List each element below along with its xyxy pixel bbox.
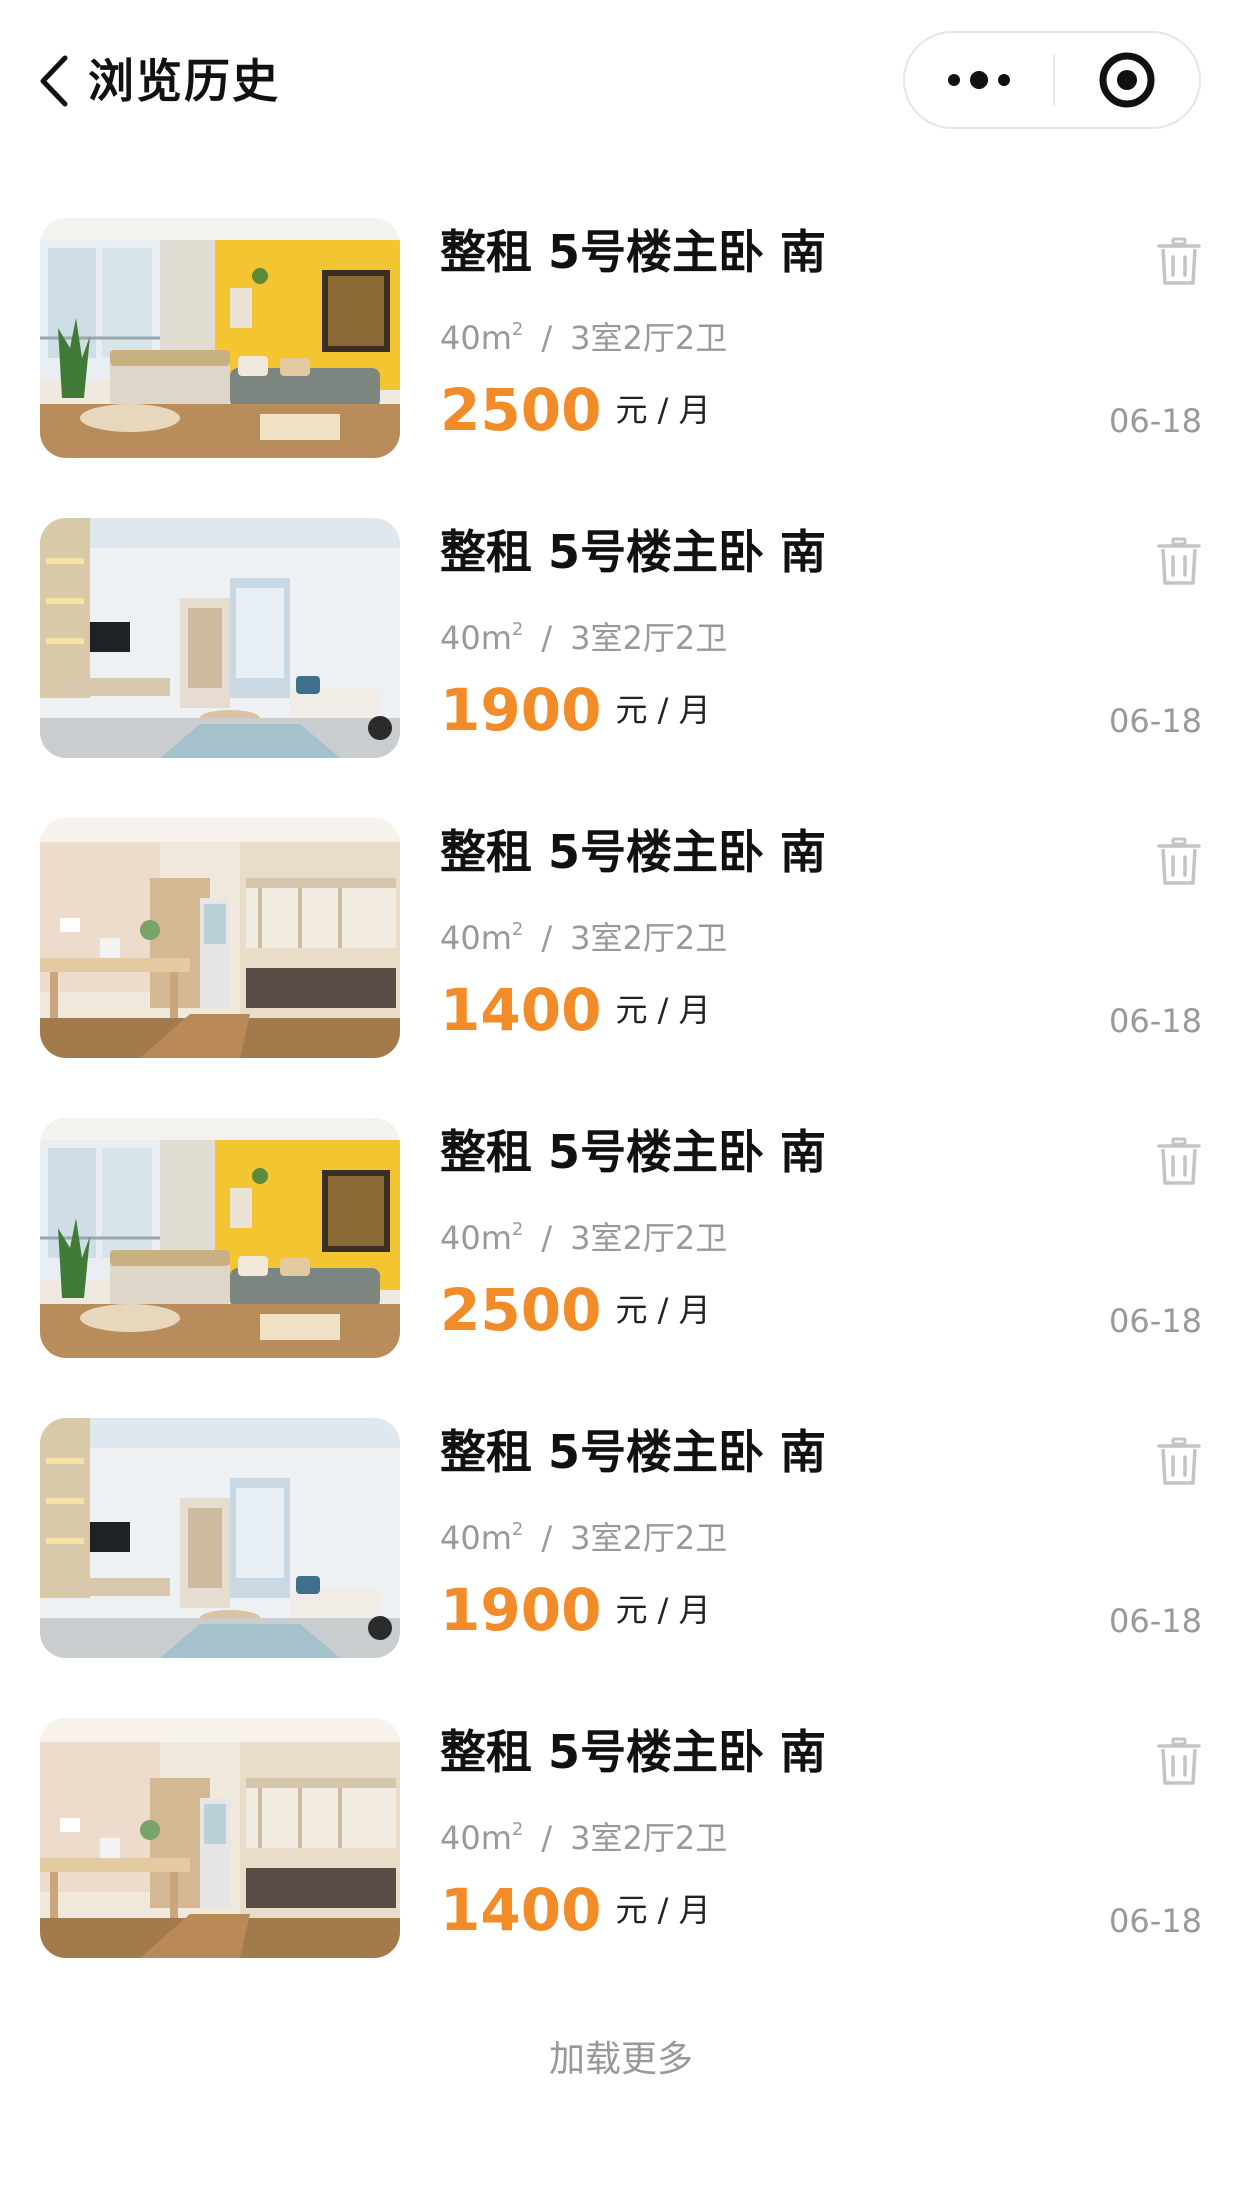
listing-layout: 3室2厅2卫	[570, 1519, 728, 1557]
trash-icon	[1157, 1437, 1201, 1485]
listing-price: 1400	[440, 1876, 602, 1944]
listing-layout: 3室2厅2卫	[570, 1219, 728, 1257]
listing-area: 40m2	[440, 619, 524, 657]
listing-area: 40m2	[440, 319, 524, 357]
listing-photo	[40, 818, 400, 1058]
price-unit: 元 / 月	[615, 1291, 711, 1329]
target-circle-icon	[1099, 52, 1155, 108]
price-row: 1900 元 / 月	[440, 678, 711, 742]
listing-layout: 3室2厅2卫	[570, 319, 728, 357]
listing-price: 2500	[440, 1276, 602, 1344]
white-studio-photo	[40, 518, 400, 758]
specs-separator: /	[541, 919, 553, 957]
specs-separator: /	[541, 1519, 553, 1557]
price-row: 1400 元 / 月	[440, 978, 711, 1042]
specs-separator: /	[541, 319, 553, 357]
listing-price: 1400	[440, 976, 602, 1044]
back-button[interactable]	[30, 46, 78, 116]
listing-title: 整租 5号楼主卧 南	[440, 825, 827, 879]
listing-title: 整租 5号楼主卧 南	[440, 1125, 827, 1179]
price-row: 1900 元 / 月	[440, 1578, 711, 1642]
listing-specs: 40m2 / 3室2厅2卫	[440, 610, 727, 658]
delete-button[interactable]	[1154, 234, 1204, 290]
listing-price: 1900	[440, 676, 602, 744]
nav-bar: 浏览历史	[0, 0, 1242, 160]
chevron-left-icon	[40, 55, 68, 107]
listing-title: 整租 5号楼主卧 南	[440, 225, 827, 279]
listing-card[interactable]: 整租 5号楼主卧 南 40m2 / 3室2厅2卫 2500 元 / 月 06-18	[0, 1118, 1242, 1358]
price-row: 2500 元 / 月	[440, 1278, 711, 1342]
listing-area: 40m2	[440, 1519, 524, 1557]
listing-area: 40m2	[440, 919, 524, 957]
load-more-button[interactable]: 加载更多	[0, 2030, 1242, 2090]
listing-area: 40m2	[440, 1819, 524, 1857]
trash-icon	[1157, 537, 1201, 585]
viewed-date: 06-18	[1109, 1602, 1202, 1640]
listing-photo	[40, 1118, 400, 1358]
listing-card[interactable]: 整租 5号楼主卧 南 40m2 / 3室2厅2卫 1900 元 / 月 06-18	[0, 1418, 1242, 1658]
price-unit: 元 / 月	[615, 1891, 711, 1929]
price-unit: 元 / 月	[615, 1591, 711, 1629]
delete-button[interactable]	[1154, 1134, 1204, 1190]
trash-icon	[1157, 1137, 1201, 1185]
listing-area: 40m2	[440, 1219, 524, 1257]
bunk-bed-room-photo	[40, 1718, 400, 1958]
listing-title: 整租 5号楼主卧 南	[440, 1725, 827, 1779]
specs-separator: /	[541, 1219, 553, 1257]
listing-card[interactable]: 整租 5号楼主卧 南 40m2 / 3室2厅2卫 1400 元 / 月 06-18	[0, 818, 1242, 1058]
price-row: 1400 元 / 月	[440, 1878, 711, 1942]
delete-button[interactable]	[1154, 1734, 1204, 1790]
viewed-date: 06-18	[1109, 702, 1202, 740]
specs-separator: /	[541, 1819, 553, 1857]
delete-button[interactable]	[1154, 834, 1204, 890]
viewed-date: 06-18	[1109, 1302, 1202, 1340]
listing-photo	[40, 218, 400, 458]
listing-title: 整租 5号楼主卧 南	[440, 525, 827, 579]
price-unit: 元 / 月	[615, 691, 711, 729]
price-unit: 元 / 月	[615, 991, 711, 1029]
listing-photo	[40, 518, 400, 758]
more-dots-icon	[948, 71, 1010, 89]
listing-price: 2500	[440, 376, 602, 444]
price-unit: 元 / 月	[615, 391, 711, 429]
viewed-date: 06-18	[1109, 402, 1202, 440]
listing-card[interactable]: 整租 5号楼主卧 南 40m2 / 3室2厅2卫 1400 元 / 月 06-18	[0, 1718, 1242, 1958]
close-button[interactable]	[1055, 33, 1199, 127]
listing-card[interactable]: 整租 5号楼主卧 南 40m2 / 3室2厅2卫 1900 元 / 月 06-18	[0, 518, 1242, 758]
listing-photo	[40, 1418, 400, 1658]
trash-icon	[1157, 1737, 1201, 1785]
specs-separator: /	[541, 619, 553, 657]
listing-specs: 40m2 / 3室2厅2卫	[440, 1810, 727, 1858]
listing-photo	[40, 1718, 400, 1958]
yellow-wall-studio-photo	[40, 1118, 400, 1358]
trash-icon	[1157, 237, 1201, 285]
history-list: 整租 5号楼主卧 南 40m2 / 3室2厅2卫 2500 元 / 月 06-18	[0, 218, 1242, 2018]
bunk-bed-room-photo	[40, 818, 400, 1058]
listing-card[interactable]: 整租 5号楼主卧 南 40m2 / 3室2厅2卫 2500 元 / 月 06-18	[0, 218, 1242, 458]
delete-button[interactable]	[1154, 1434, 1204, 1490]
yellow-wall-studio-photo	[40, 218, 400, 458]
listing-specs: 40m2 / 3室2厅2卫	[440, 910, 727, 958]
listing-specs: 40m2 / 3室2厅2卫	[440, 1210, 727, 1258]
page-title: 浏览历史	[88, 54, 280, 108]
listing-specs: 40m2 / 3室2厅2卫	[440, 1510, 727, 1558]
white-studio-photo	[40, 1418, 400, 1658]
price-row: 2500 元 / 月	[440, 378, 711, 442]
mini-program-capsule	[903, 31, 1201, 129]
more-button[interactable]	[905, 33, 1053, 127]
listing-title: 整租 5号楼主卧 南	[440, 1425, 827, 1479]
listing-layout: 3室2厅2卫	[570, 919, 728, 957]
listing-layout: 3室2厅2卫	[570, 1819, 728, 1857]
listing-price: 1900	[440, 1576, 602, 1644]
delete-button[interactable]	[1154, 534, 1204, 590]
trash-icon	[1157, 837, 1201, 885]
listing-layout: 3室2厅2卫	[570, 619, 728, 657]
viewed-date: 06-18	[1109, 1002, 1202, 1040]
listing-specs: 40m2 / 3室2厅2卫	[440, 310, 727, 358]
viewed-date: 06-18	[1109, 1902, 1202, 1940]
